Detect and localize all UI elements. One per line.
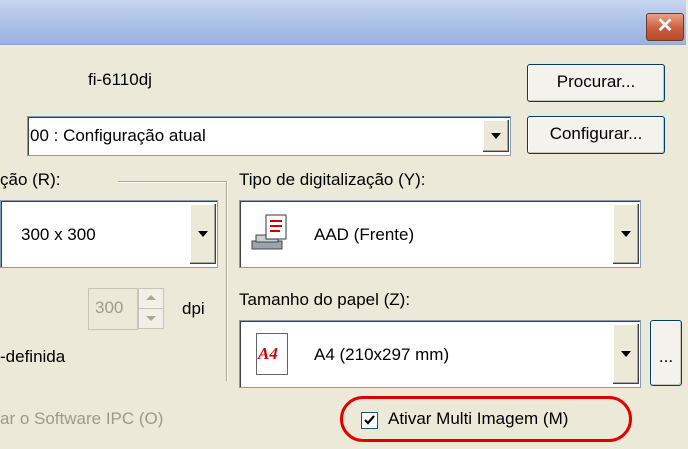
custom-resolution-input[interactable]: 300 [88,288,138,330]
arrow-down-icon [146,316,156,321]
chevron-down-icon [621,351,631,357]
resolution-label: ção (R): [0,170,61,189]
arrow-up-icon [146,295,156,300]
resolution-select[interactable]: 300 x 300 [0,200,218,268]
spin-up-button[interactable] [138,288,164,309]
resolution-select-value: 300 x 300 [21,225,96,244]
configure-button[interactable]: Configurar... [527,116,665,154]
scan-type-value: AAD (Frente) [314,225,415,244]
paper-size-select[interactable]: A4 A4 (210x297 mm) [239,320,641,388]
scanner-icon [250,213,292,253]
paper-a4-icon: A4 [256,333,288,375]
paper-size-more-label: ... [658,347,674,366]
ipc-software-label[interactable]: ar o Software IPC (O) [0,409,163,429]
config-select[interactable]: 00 : Configuração atual [27,116,511,156]
config-select-value: 00 : Configuração atual [30,126,206,145]
custom-resolution-label: -definida [0,347,66,366]
title-bar: ✕ [0,0,686,45]
highlight-circle [340,396,632,442]
device-name: fi-6110dj [88,70,152,89]
resolution-dropdown-button[interactable] [189,204,216,264]
paper-a4-icon-text: A4 [258,344,278,363]
close-icon: ✕ [656,15,674,37]
close-button[interactable]: ✕ [646,13,684,41]
spin-down-button[interactable] [138,308,164,329]
scanner-settings-window: ✕ fi-6110dj Procurar... 00 : Configuraçã… [0,0,688,449]
chevron-down-icon [198,231,208,237]
browse-button[interactable]: Procurar... [527,64,665,102]
paper-size-more-button[interactable]: ... [650,320,682,386]
paper-size-dropdown-button[interactable] [612,324,639,384]
config-dropdown-button[interactable] [482,120,509,152]
chevron-down-icon [491,133,501,139]
scan-type-label: Tipo de digitalização (Y): [239,170,426,189]
paper-size-label: Tamanho do papel (Z): [239,290,411,309]
resolution-group-border [118,181,226,182]
resolution-group-border-right [226,181,227,381]
configure-button-label: Configurar... [549,124,643,143]
chevron-down-icon [621,231,631,237]
custom-resolution-spinner[interactable] [138,288,164,329]
scan-type-dropdown-button[interactable] [612,204,639,264]
browse-button-label: Procurar... [556,72,636,91]
dpi-unit-label: dpi [182,299,205,318]
scan-type-select[interactable]: AAD (Frente) [239,200,641,268]
custom-resolution-value: 300 [95,298,124,317]
paper-size-value: A4 (210x297 mm) [314,345,450,364]
